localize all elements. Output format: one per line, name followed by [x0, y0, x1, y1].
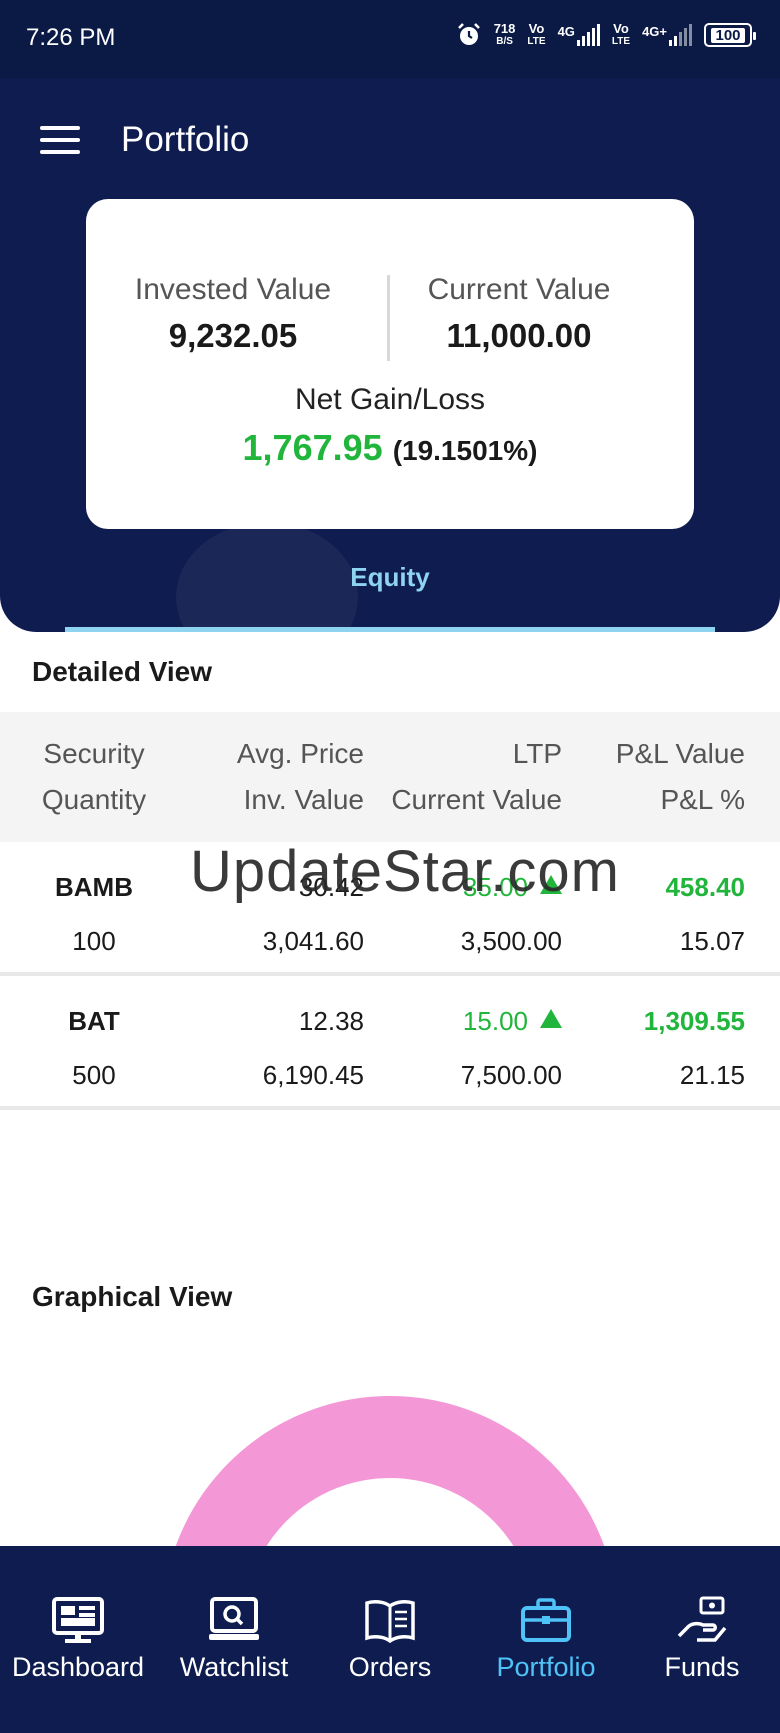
sim1-volte: Vo LTE [527, 22, 545, 48]
header-pl-value: P&L Value [615, 738, 745, 769]
detailed-view-title: Detailed View [32, 656, 213, 687]
pl-value: 458.40 [665, 872, 745, 902]
battery-icon: 100 [704, 23, 756, 47]
current-value-cell: 7,500.00 [460, 1060, 562, 1090]
security-symbol: BAT [68, 1006, 120, 1036]
ltp-value: 15.00 [462, 1006, 528, 1036]
inv-value: 6,190.45 [262, 1060, 364, 1090]
sim2-volte-top: Vo [613, 21, 629, 36]
header-ltp: LTP [512, 738, 562, 769]
current-value-cell: 3,500.00 [460, 926, 562, 956]
portfolio-header: Portfolio Invested Value 9,232.05 Curren… [0, 78, 780, 672]
tab-indicator [65, 627, 715, 632]
pl-percent: 21.15 [679, 1060, 745, 1090]
bottom-navigation: Dashboard Watchlist Orders Portfolio Fun… [0, 1546, 780, 1733]
trend-up-icon [540, 1009, 562, 1028]
monitor-search-icon [209, 1597, 259, 1640]
signal-icon [669, 24, 692, 46]
sim2-volte: Vo LTE [612, 22, 630, 48]
donut-segment [174, 1396, 606, 1550]
tab-equity[interactable]: Equity [0, 562, 780, 593]
header-avg-price: Avg. Price [236, 738, 364, 769]
current-value-label: Current Value [427, 273, 611, 306]
hamburger-menu-icon[interactable] [40, 126, 80, 154]
nav-orders-label: Orders [348, 1652, 432, 1682]
graphical-view-title: Graphical View [32, 1281, 233, 1312]
status-time: 7:26 PM [26, 24, 116, 51]
network-speed-value: 718 [493, 21, 516, 36]
quantity: 100 [72, 926, 116, 956]
nav-portfolio-label: Portfolio [496, 1652, 596, 1682]
status-icons: 718 B/S Vo LTE 4G Vo LTE 4G+ 100 [456, 22, 756, 48]
header-security: Security [43, 738, 145, 769]
watermark: UpdateStar.com [190, 839, 620, 904]
net-gain-percent: (19.1501%) [392, 435, 538, 466]
net-gain-label: Net Gain/Loss [294, 383, 486, 416]
nav-watchlist[interactable]: Watchlist [156, 1596, 312, 1683]
hand-money-icon [677, 1596, 727, 1642]
sim1-network: 4G [557, 23, 575, 39]
current-value: 11,000.00 [446, 317, 592, 354]
holdings-table-header: Security Avg. Price LTP P&L Value Quanti… [0, 712, 780, 842]
pl-percent: 15.07 [679, 926, 745, 956]
sim2-volte-bottom: LTE [611, 36, 631, 47]
status-bar: 7:26 PM 718 B/S Vo LTE 4G Vo LTE 4G+ 100 [0, 0, 780, 78]
monitor-dashboard-icon [52, 1597, 104, 1643]
nav-orders[interactable]: Orders [312, 1596, 468, 1683]
nav-portfolio[interactable]: Portfolio [468, 1596, 624, 1683]
net-gain-block: Net Gain/Loss 1,767.95 (19.1501%) [86, 383, 694, 469]
network-speed-unit: B/S [496, 36, 513, 47]
nav-funds[interactable]: Funds [624, 1596, 780, 1683]
sim2-network: 4G+ [642, 23, 667, 39]
nav-watchlist-label: Watchlist [179, 1652, 289, 1682]
page-title: Portfolio [121, 120, 250, 159]
signal-icon [576, 24, 600, 46]
open-book-icon [365, 1600, 415, 1644]
alarm-icon [457, 23, 480, 45]
header-pl-percent: P&L % [660, 784, 745, 815]
avg-price: 12.38 [298, 1006, 364, 1036]
nav-funds-label: Funds [664, 1652, 740, 1682]
sim1-volte-bottom: LTE [527, 36, 546, 47]
header-quantity: Quantity [41, 784, 147, 815]
donut-svg [174, 1396, 606, 1550]
header-current-value: Current Value [391, 784, 562, 815]
invested-value-label: Invested Value [134, 273, 332, 306]
net-gain-value: 1,767.95 [242, 427, 383, 468]
security-symbol: BAMB [55, 872, 133, 902]
header-inv-value: Inv. Value [243, 784, 364, 815]
nav-dashboard[interactable]: Dashboard [0, 1596, 156, 1683]
inv-value: 3,041.60 [262, 926, 364, 956]
invested-value: 9,232.05 [168, 317, 298, 354]
invested-value-block: Invested Value 9,232.05 [98, 273, 368, 355]
nav-dashboard-label: Dashboard [11, 1652, 145, 1682]
portfolio-donut-chart [0, 1380, 780, 1550]
pl-value: 1,309.55 [643, 1006, 745, 1036]
battery-level: 100 [711, 27, 745, 43]
current-value-block: Current Value 11,000.00 [384, 273, 654, 355]
table-row[interactable]: BAT 12.38 15.00 1,309.55 500 6,190.45 7,… [0, 976, 780, 1110]
tab-ripple [176, 522, 358, 672]
quantity: 500 [72, 1060, 116, 1090]
ltp-cell: 15.00 [463, 1006, 562, 1037]
briefcase-icon [521, 1598, 571, 1642]
sim1-volte-top: Vo [528, 21, 545, 36]
network-speed: 718 B/S [494, 22, 516, 48]
portfolio-summary-card: Invested Value 9,232.05 Current Value 11… [86, 199, 694, 529]
